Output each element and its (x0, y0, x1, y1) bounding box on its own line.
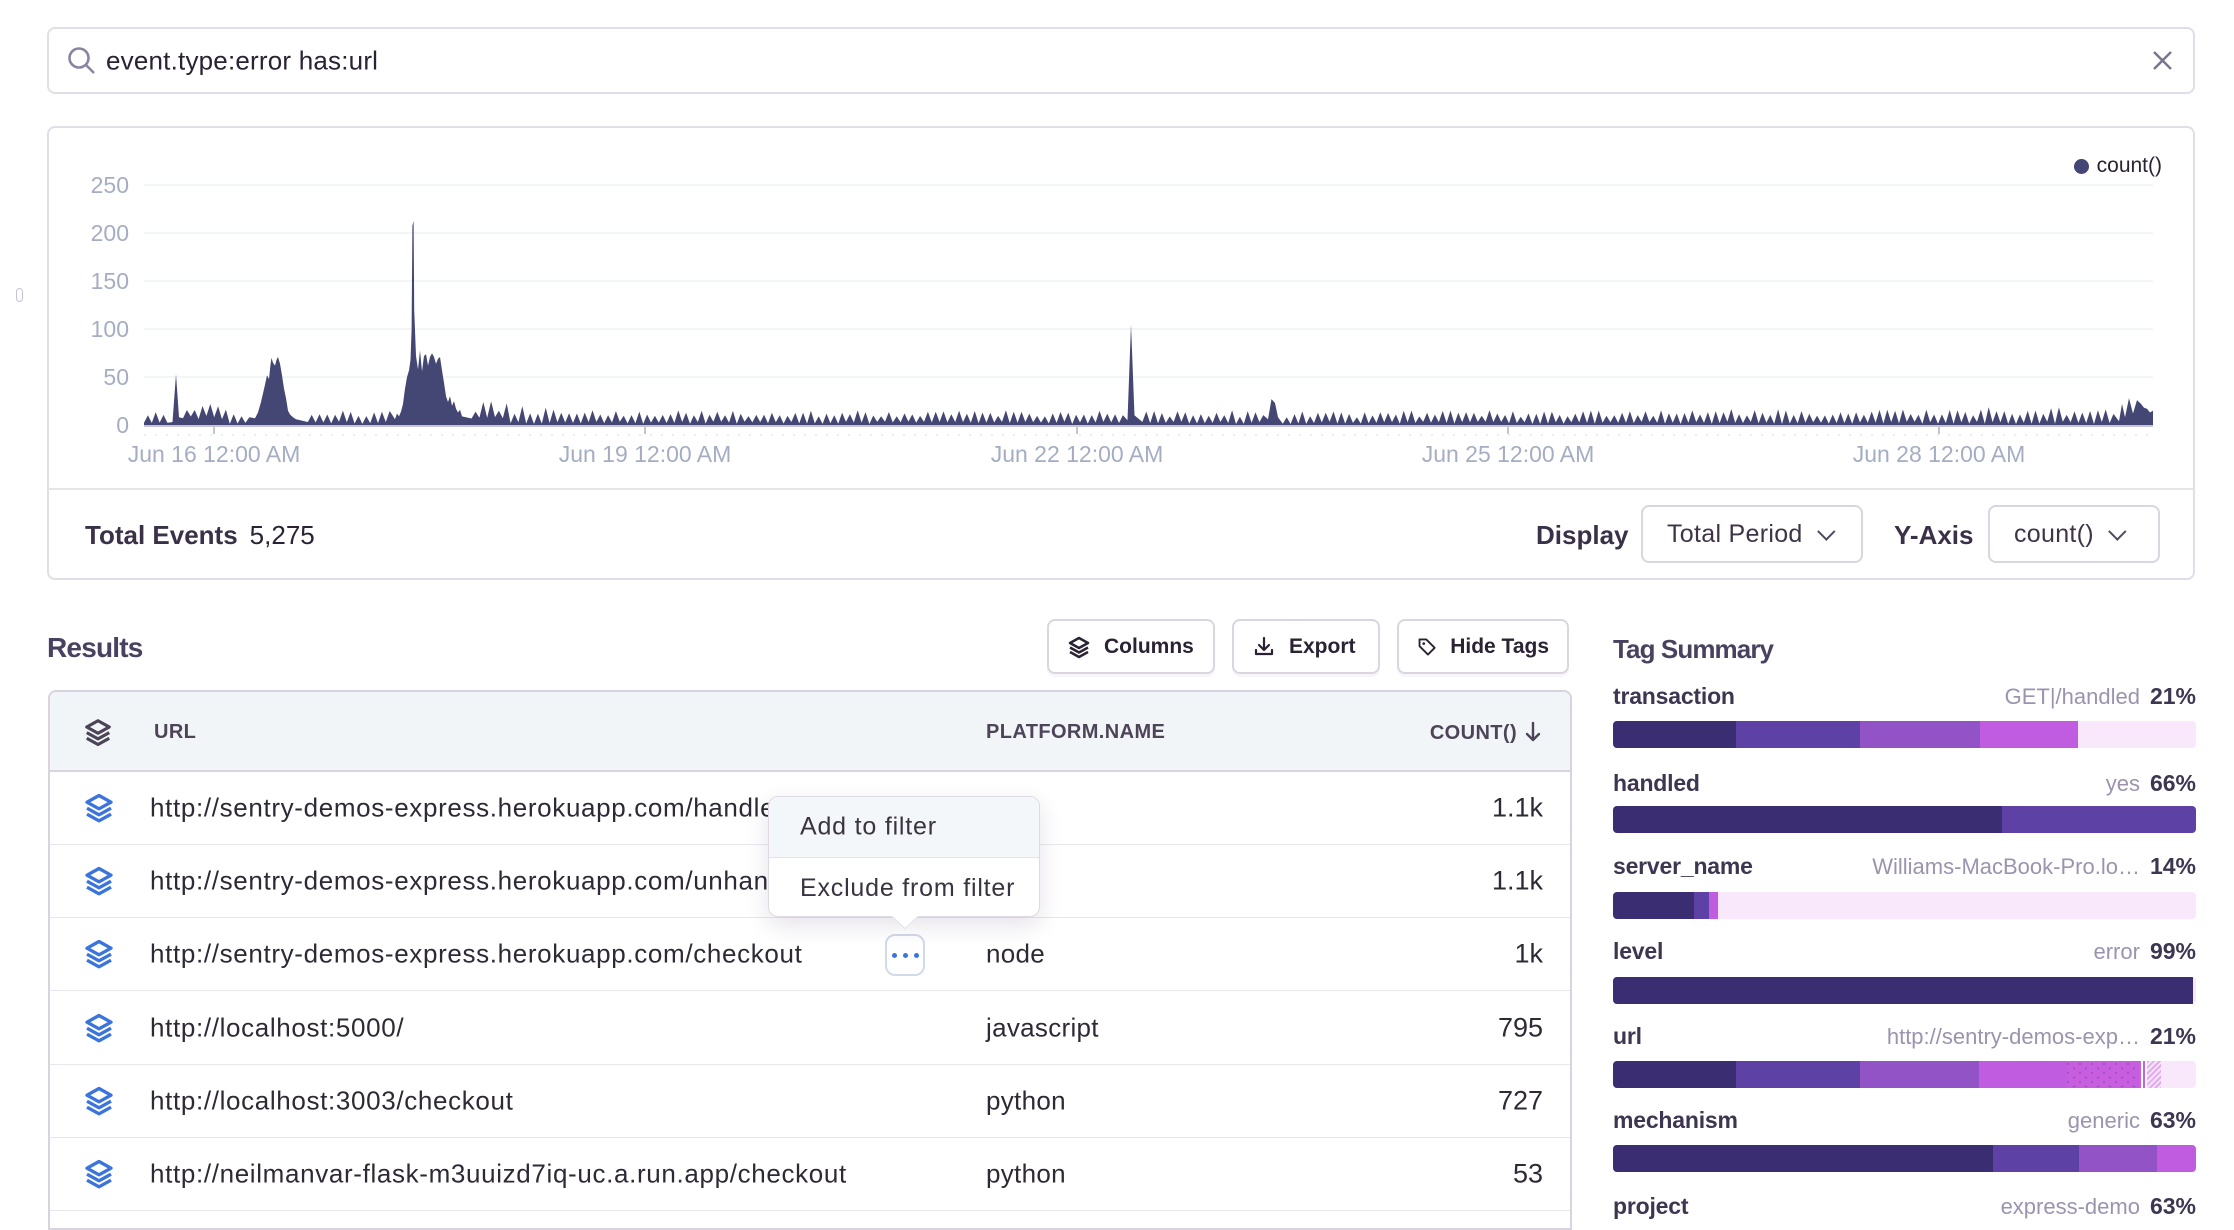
svg-text:100: 100 (91, 316, 129, 342)
svg-text:150: 150 (91, 268, 129, 294)
svg-text:0: 0 (116, 412, 129, 438)
svg-text:250: 250 (91, 172, 129, 198)
svg-text:50: 50 (103, 364, 129, 390)
svg-text:Jun 25 12:00 AM: Jun 25 12:00 AM (1422, 441, 1595, 467)
svg-text:Jun 22 12:00 AM: Jun 22 12:00 AM (991, 441, 1164, 467)
svg-text:Jun 19 12:00 AM: Jun 19 12:00 AM (559, 441, 732, 467)
svg-text:200: 200 (91, 220, 129, 246)
svg-text:Jun 28 12:00 AM: Jun 28 12:00 AM (1853, 441, 2026, 467)
svg-text:Jun 16 12:00 AM: Jun 16 12:00 AM (128, 441, 301, 467)
